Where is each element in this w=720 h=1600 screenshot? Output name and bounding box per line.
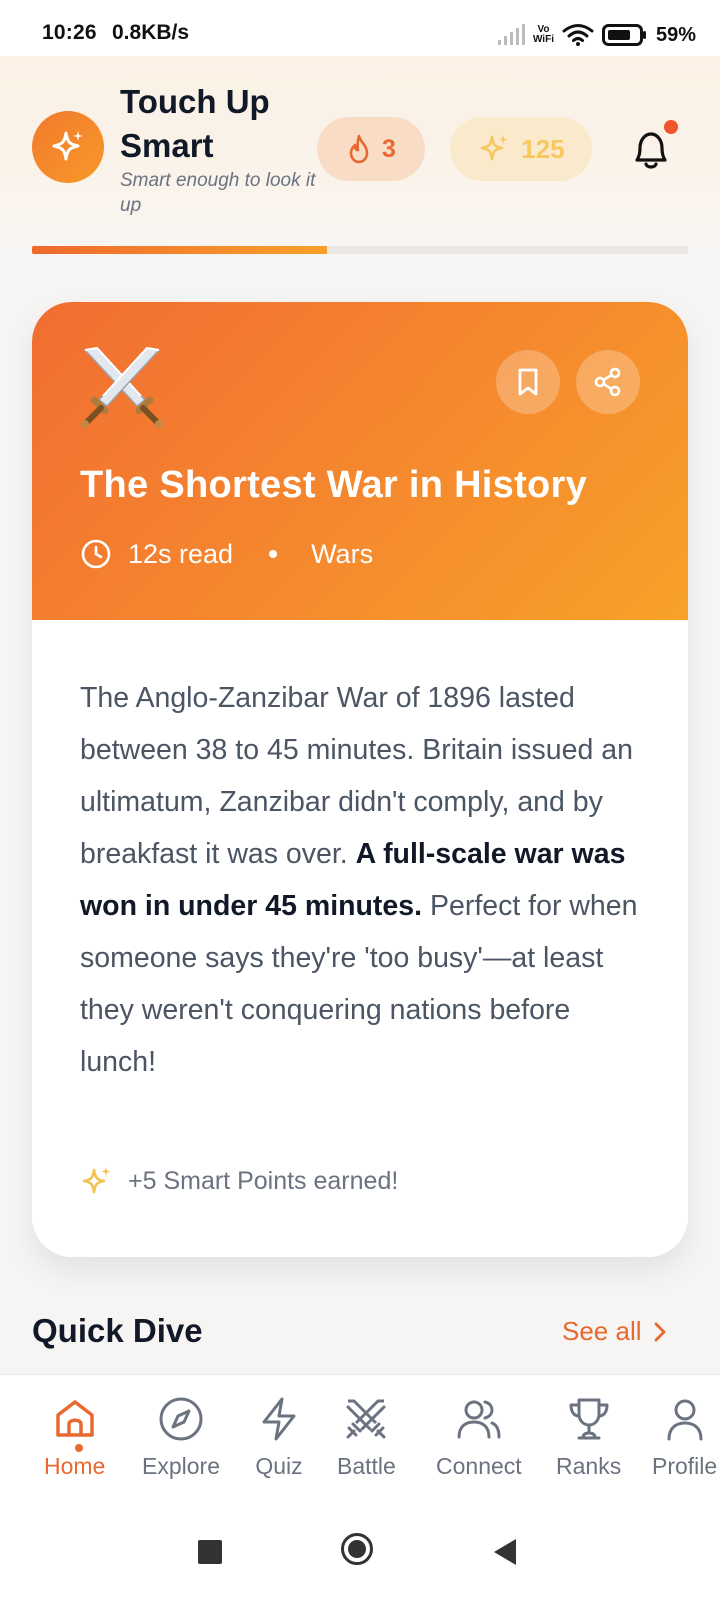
lightning-icon <box>262 1397 296 1441</box>
recents-button[interactable] <box>198 1540 222 1564</box>
nav-label: Home <box>44 1453 106 1479</box>
flame-icon <box>349 134 369 164</box>
reading-progress-bar <box>32 246 688 254</box>
meta-separator <box>269 550 278 558</box>
sparkle-icon <box>480 135 508 161</box>
fact-card: The Shortest War in History 12s read War… <box>32 302 688 1257</box>
status-network-speed: 0.8KB/s <box>112 21 190 44</box>
points-badge[interactable]: 125 <box>450 117 592 181</box>
signal-icon <box>497 24 525 45</box>
reading-progress-fill <box>32 246 328 254</box>
fact-category[interactable]: Wars <box>311 539 373 570</box>
nav-label: Ranks <box>556 1453 622 1479</box>
app-logo[interactable] <box>32 111 104 183</box>
nav-home[interactable]: Home <box>44 1395 105 1480</box>
nav-connect[interactable]: Connect <box>436 1395 522 1480</box>
streak-badge[interactable]: 3 <box>317 117 425 181</box>
trophy-icon <box>569 1398 609 1440</box>
nav-label: Battle <box>337 1453 396 1479</box>
card-hero: The Shortest War in History 12s read War… <box>32 302 688 620</box>
share-button[interactable] <box>576 350 640 414</box>
vowifi-bottom: WiFi <box>532 34 554 45</box>
sparkle-icon <box>82 1167 111 1194</box>
share-icon <box>594 367 621 397</box>
see-all-link[interactable]: See all <box>562 1316 668 1347</box>
back-button[interactable] <box>494 1539 516 1565</box>
points-earned-text: +5 Smart Points earned! <box>128 1166 399 1195</box>
clock-icon <box>81 539 111 569</box>
home-system-button-dot <box>348 1540 366 1558</box>
status-time: 10:26 <box>42 21 97 44</box>
compass-icon <box>159 1397 203 1441</box>
nav-explore[interactable]: Explore <box>142 1395 220 1480</box>
nav-label: Profile <box>652 1453 718 1479</box>
status-bar: 10:26 0.8KB/s Vo WiFi 59% <box>0 0 720 56</box>
fact-body: The Anglo-Zanzibar War of 1896 lasted be… <box>80 672 640 1088</box>
nav-battle[interactable]: Battle <box>337 1395 396 1480</box>
notification-dot <box>664 120 678 134</box>
nav-label: Explore <box>142 1453 220 1479</box>
app-tagline: Smart enough to look it up <box>120 170 316 216</box>
read-time: 12s read <box>128 538 234 569</box>
bookmark-icon <box>518 368 538 396</box>
nav-ranks[interactable]: Ranks <box>556 1395 621 1480</box>
app-title: Touch Up Smart <box>120 83 270 164</box>
points-count: 125 <box>521 133 565 164</box>
wifi-icon <box>562 24 594 46</box>
nav-label: Quiz <box>255 1453 303 1479</box>
battery-icon <box>601 24 646 46</box>
quick-dive-heading: Quick Dive <box>32 1312 203 1349</box>
nav-profile[interactable]: Profile <box>652 1395 717 1480</box>
chevron-right-icon <box>654 1322 665 1341</box>
bottom-navigation: Home Explore Quiz Battle Connect Ranks P… <box>0 1374 720 1503</box>
nav-label: Connect <box>436 1453 522 1479</box>
battery-percent: 59% <box>655 23 696 46</box>
home-icon <box>55 1400 94 1437</box>
status-icons: Vo WiFi 59% <box>497 20 696 50</box>
bookmark-button[interactable] <box>496 350 560 414</box>
sparkle-icon <box>52 131 83 161</box>
user-icon <box>667 1399 703 1441</box>
crossed-swords-icon <box>81 346 163 428</box>
users-icon <box>457 1400 501 1439</box>
vowifi-icon: Vo WiFi <box>533 25 554 45</box>
streak-count: 3 <box>382 134 396 163</box>
fact-meta: 12s read Wars <box>80 536 373 572</box>
nav-quiz[interactable]: Quiz <box>255 1395 303 1480</box>
active-tab-indicator <box>75 1444 83 1452</box>
fact-title: The Shortest War in History <box>80 464 588 506</box>
see-all-label: See all <box>562 1316 642 1346</box>
points-earned: +5 Smart Points earned! <box>80 1164 398 1198</box>
swords-icon <box>346 1399 386 1439</box>
